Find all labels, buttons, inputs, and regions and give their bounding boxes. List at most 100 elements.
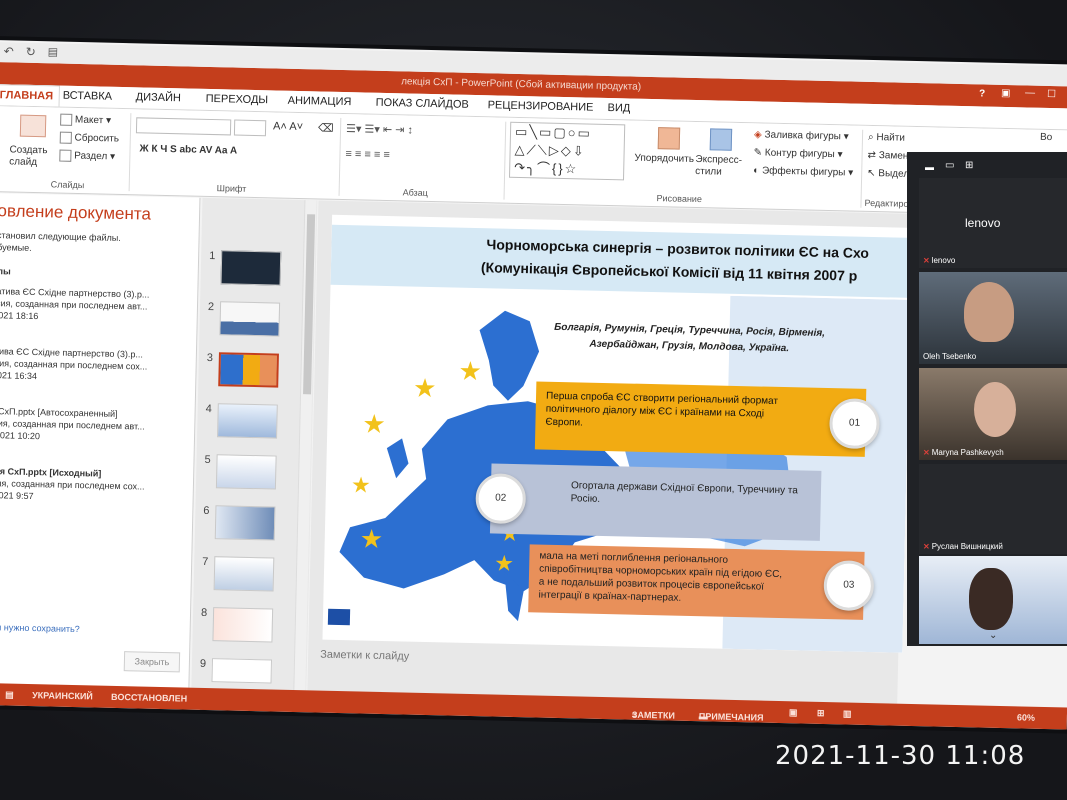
slide-thumbnail[interactable]: [219, 301, 281, 337]
binoculars-icon: ⌕: [867, 131, 874, 144]
undo-icon[interactable]: ↶: [4, 44, 14, 58]
shape-effects-button[interactable]: ◐ Эффекты фигуры ▾: [753, 165, 853, 178]
shape-fill-button[interactable]: ◈ Заливка фигуры ▾: [754, 129, 849, 142]
panel-layout-icon[interactable]: ▭: [945, 160, 954, 171]
shared-video-tile[interactable]: ⌄: [919, 556, 1067, 644]
normal-view-icon[interactable]: ▣: [789, 707, 798, 718]
recovery-file[interactable]: екція СхП.pptx [Исходный] ерсия, созданн…: [0, 465, 187, 506]
recovery-file[interactable]: цатива ЄС Східне партнерство (3).р... ер…: [0, 345, 190, 386]
muted-mic-icon: ⨯: [923, 256, 930, 265]
reading-view-icon[interactable]: ▥: [843, 708, 852, 719]
new-slide-button[interactable]: Создать слайд: [9, 144, 58, 169]
shape-outline-button[interactable]: ✎ Контур фигуры ▾: [754, 147, 843, 160]
slide-thumbnail[interactable]: [220, 250, 282, 286]
save-prompt-link[interactable]: файл нужно сохранить?: [0, 621, 184, 638]
tab-view[interactable]: ВИД: [607, 102, 630, 115]
thumb-number: 6: [203, 504, 210, 518]
replace-icon: ⇄: [867, 149, 877, 162]
minimize-icon[interactable]: —: [1025, 87, 1035, 98]
card-03-text: мала на меті поглиблення регіонального с…: [538, 550, 783, 604]
font-name-input[interactable]: [135, 117, 232, 136]
card-03[interactable]: мала на меті поглиблення регіонального с…: [528, 544, 865, 620]
participant-name: ⨯ Руслан Вишницкий: [923, 542, 1003, 551]
slide-canvas[interactable]: Чорноморська синергія – розвиток політик…: [322, 214, 912, 653]
window-title: лекція СхП - PowerPoint (Сбой активации …: [401, 76, 642, 93]
clear-format-icon[interactable]: ⌫: [318, 121, 334, 134]
section-icon: [59, 149, 72, 162]
participant-tile[interactable]: Oleh Tsebenko: [919, 272, 1067, 364]
quick-styles-button[interactable]: Экспресс-стили: [695, 154, 750, 179]
shapes-gallery[interactable]: ▭╲▭▢○▭ △⟋⟍▷◇⇩ ↷╮⌒{}☆: [509, 121, 626, 181]
panel-grid-icon[interactable]: ⊞: [965, 160, 973, 171]
close-button[interactable]: Закрыть: [123, 651, 181, 673]
ribbon-display-icon[interactable]: ▣: [1001, 88, 1011, 99]
group-drawing-label: Рисование: [656, 193, 703, 205]
font-size-input[interactable]: [233, 119, 267, 137]
tab-animation[interactable]: АНИМАЦИЯ: [288, 95, 352, 108]
thumb-number: 8: [200, 606, 208, 620]
slide-thumbnail[interactable]: [215, 454, 277, 490]
status-recovered: ВОССТАНОВЛЕН: [111, 691, 188, 704]
panel-minimize-icon[interactable]: ▬: [925, 162, 934, 172]
chevron-down-icon[interactable]: ⌄: [989, 630, 997, 641]
section-button[interactable]: Раздел ▾: [59, 149, 115, 163]
participant-video: [964, 282, 1014, 342]
arrange-button[interactable]: Упорядочить: [634, 153, 694, 165]
slide-thumbnail[interactable]: [214, 505, 276, 541]
find-button[interactable]: ⌕ Найти: [868, 132, 905, 144]
card-01-text: Перша спроба ЄС створити регіональний фо…: [545, 390, 779, 429]
files-label: айлы: [0, 265, 11, 277]
tab-design[interactable]: ДИЗАЙН: [136, 91, 181, 104]
photo-timestamp: 2021-11-30 11:08: [775, 741, 1026, 771]
maximize-icon[interactable]: ☐: [1047, 89, 1056, 100]
help-button[interactable]: ?: [979, 88, 985, 99]
thumb-number: 7: [202, 555, 209, 569]
slide-editing-area: Чорноморська синергія – розвиток політик…: [307, 200, 912, 704]
thumb-number: 1: [209, 249, 216, 263]
list-buttons-icon[interactable]: ☰▾ ☰▾ ⇤ ⇥ ↕: [346, 122, 413, 137]
slideshow-start-icon[interactable]: ▤: [48, 45, 59, 58]
grow-font-icon[interactable]: A˄ A˅: [273, 120, 303, 133]
participant-tile[interactable]: ⨯ Maryna Pashkevych: [919, 368, 1067, 460]
select-button[interactable]: ↖ Выдел: [867, 168, 909, 180]
slide-notes-placeholder[interactable]: Заметки к слайду: [320, 649, 409, 663]
tab-review[interactable]: РЕЦЕНЗИРОВАНИЕ: [488, 99, 594, 113]
status-language[interactable]: УКРАИНСКИЙ: [32, 690, 93, 701]
slide-thumbnail[interactable]: [213, 556, 275, 592]
tab-insert[interactable]: ВСТАВКА: [63, 90, 113, 103]
arrange-icon[interactable]: [657, 127, 681, 150]
quick-styles-icon[interactable]: [709, 128, 733, 151]
replace-button[interactable]: ⇄ Замен: [867, 150, 908, 162]
participant-name: ⨯ Maryna Pashkevych: [923, 448, 1004, 457]
align-buttons-icon[interactable]: ≡ ≡ ≡ ≡ ≡: [345, 148, 390, 161]
layout-button[interactable]: Макет ▾: [60, 113, 111, 127]
divider: [128, 113, 132, 192]
tab-home[interactable]: ГЛАВНАЯ: [0, 84, 61, 107]
reset-button[interactable]: Сбросить: [59, 131, 119, 145]
slide-thumbnail-selected[interactable]: [218, 352, 279, 388]
reset-icon: [59, 131, 72, 144]
font-format-buttons[interactable]: Ж К Ч S abc AV Aa A: [139, 143, 237, 156]
slide-thumbnail[interactable]: [211, 658, 273, 684]
document-recovery-pane: новление документа осстановил следующие …: [0, 192, 201, 688]
participant-tile-host[interactable]: lenovo ⨯ lenovo: [919, 178, 1067, 268]
card-01[interactable]: Перша спроба ЄС створити регіональний фо…: [534, 381, 867, 457]
redo-icon[interactable]: ↻: [26, 45, 36, 59]
recovery-intro: осстановил следующие файлы. ребуемые.: [0, 229, 121, 253]
recovery-file[interactable]: ція СхП.pptx [Автосохраненный] ерсия, со…: [0, 405, 189, 446]
participant-tile[interactable]: ⨯ Руслан Вишницкий: [919, 464, 1067, 554]
slide-thumbnail[interactable]: [217, 403, 278, 439]
new-slide-icon[interactable]: [19, 114, 47, 138]
proofing-icon[interactable]: ▤: [5, 689, 14, 700]
layout-icon: [60, 113, 73, 126]
tab-slideshow[interactable]: ПОКАЗ СЛАЙДОВ: [376, 97, 469, 111]
tab-transitions[interactable]: ПЕРЕХОДЫ: [206, 93, 269, 106]
muted-mic-icon: ⨯: [923, 448, 930, 457]
recovery-file[interactable]: циатива ЄС Східне партнерство (3).р... е…: [0, 285, 191, 326]
slide-thumbnail[interactable]: [212, 607, 274, 643]
card-02[interactable]: Огортала держави Східної Європи, Туреччи…: [489, 463, 822, 541]
sorter-view-icon[interactable]: ⊞: [817, 708, 825, 719]
thumb-number: 5: [204, 453, 211, 467]
divider: [338, 117, 342, 196]
zoom-level[interactable]: 60%: [1017, 712, 1035, 722]
